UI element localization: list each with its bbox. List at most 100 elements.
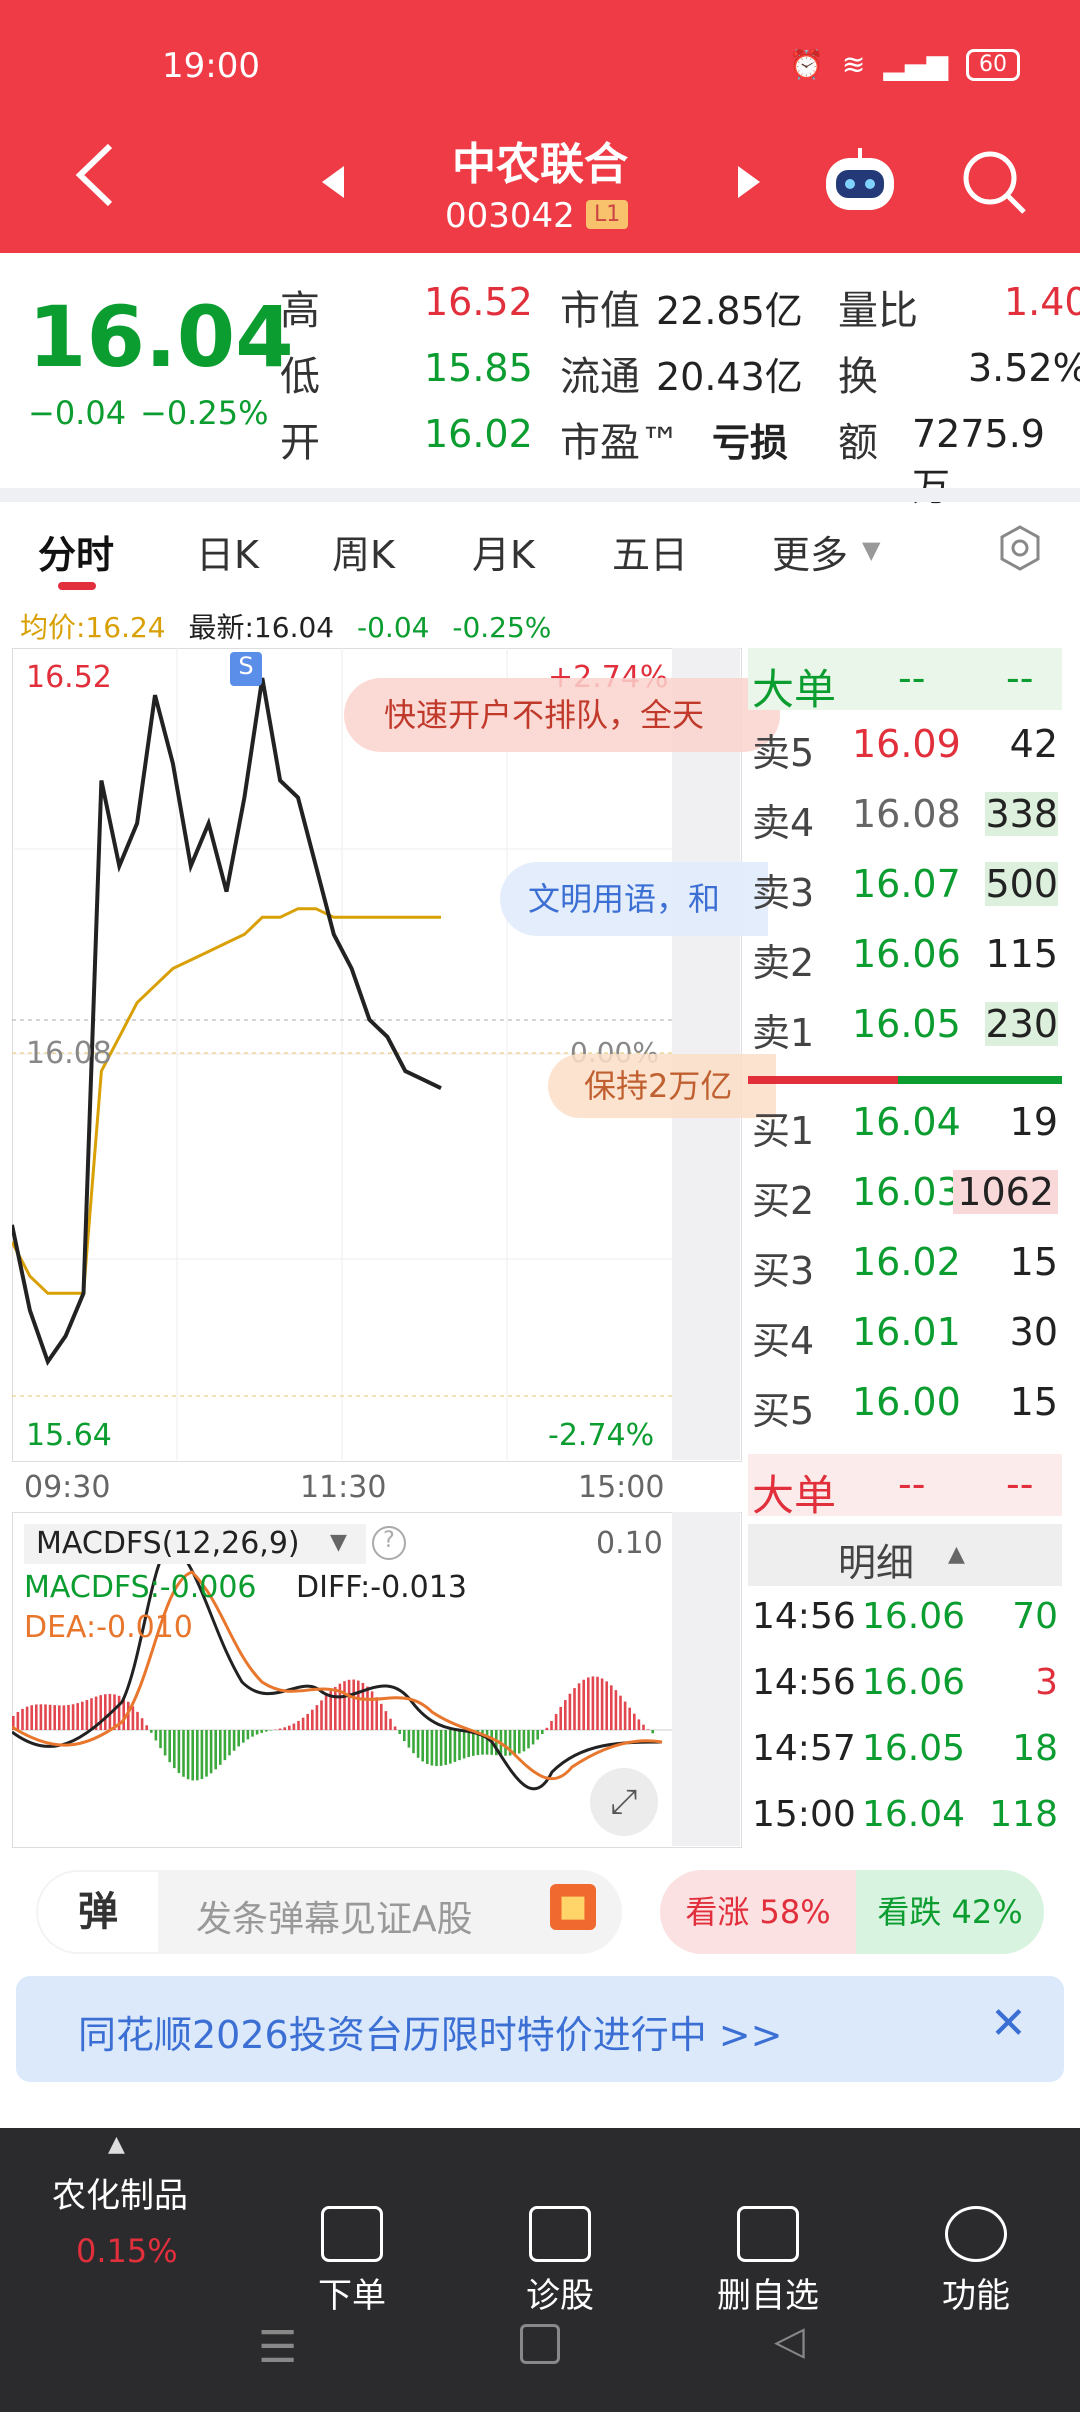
expand-icon[interactable]: ⤢	[590, 1768, 658, 1836]
recent-apps-icon[interactable]: ☰	[258, 2322, 297, 2373]
tick-price: 16.06	[862, 1662, 966, 1703]
tab-daily-k[interactable]: 日K	[196, 524, 259, 579]
tab-weekly-k[interactable]: 周K	[332, 524, 395, 579]
bid-row[interactable]: 买3 16.02 15	[748, 1232, 1062, 1294]
ask-price: 16.05	[852, 1002, 961, 1046]
gift-icon[interactable]: ■	[550, 1884, 596, 1930]
ask-row[interactable]: 卖2 16.06 115	[748, 924, 1062, 986]
detail-header[interactable]: 明细 ▲	[748, 1524, 1062, 1586]
help-icon[interactable]: ?	[372, 1526, 406, 1560]
dropdown-icon[interactable]: ▼	[330, 1530, 347, 1555]
nav-remove-watchlist[interactable]: 删自选	[688, 2206, 848, 2317]
macd-bar	[246, 1730, 250, 1740]
bullish-vote-button[interactable]: 看涨 58%	[660, 1870, 856, 1954]
macd-bar	[200, 1730, 204, 1780]
macd-bar	[573, 1688, 576, 1730]
latest-change: -0.04	[357, 611, 430, 644]
macd-bar	[301, 1717, 305, 1730]
next-stock-icon[interactable]	[734, 164, 764, 200]
macd-title[interactable]: MACDFS(12,26,9)	[24, 1524, 366, 1564]
danmu-input[interactable]: 发条弹幕见证A股	[196, 1890, 473, 1942]
macd-bar	[416, 1730, 420, 1758]
ask-volume: 115	[985, 932, 1058, 976]
latest-change-pct: -0.25%	[452, 611, 552, 644]
volratio-value: 1.40	[1004, 280, 1080, 324]
high-value: 16.52	[424, 280, 533, 324]
ask-price: 16.09	[852, 722, 961, 766]
macd-bar	[357, 1680, 360, 1730]
ask-row[interactable]: 卖5 16.09 42	[748, 714, 1062, 776]
bid-row[interactable]: 买5 16.00 15	[748, 1372, 1062, 1434]
danmu-bubble[interactable]: 文明用语，和	[500, 862, 768, 936]
macd-bar	[628, 1707, 631, 1730]
bid-row[interactable]: 买2 16.03 1062	[748, 1162, 1062, 1224]
tab-more[interactable]: 更多	[772, 524, 848, 579]
macd-bar	[292, 1723, 296, 1730]
danmu-bubble[interactable]: 快速开户不排队，全天	[344, 678, 780, 752]
home-icon[interactable]	[520, 2324, 560, 2364]
tab-five-day[interactable]: 五日	[612, 524, 688, 579]
search-icon[interactable]	[962, 150, 1028, 216]
bid-row[interactable]: 买1 16.04 19	[748, 1092, 1062, 1154]
status-icons: ⏰ ≋ ▂▄▆ 60	[789, 48, 1020, 81]
macd-bar	[412, 1730, 415, 1754]
bearish-vote-button[interactable]: 看跌 42%	[856, 1870, 1044, 1954]
macd-bar	[591, 1676, 595, 1730]
ask-row[interactable]: 卖3 16.07 500	[748, 854, 1062, 916]
macd-bar	[306, 1713, 309, 1730]
period-tabs: 分时 日K 周K 月K 五日 更多 ▼	[0, 502, 1080, 592]
volratio-label: 量比	[838, 288, 918, 334]
tick-time: 14:56	[752, 1662, 856, 1703]
danmu-bubble[interactable]: 保持2万亿	[548, 1054, 776, 1118]
macd-bar	[214, 1730, 217, 1770]
macd-bar	[637, 1719, 641, 1730]
promo-text[interactable]: 同花顺2026投资台历限时特价进行中 >>	[78, 2004, 782, 2059]
macd-bar	[462, 1730, 466, 1759]
macd-bar	[550, 1721, 553, 1730]
macd-bar	[297, 1720, 300, 1730]
bid-row[interactable]: 买4 16.01 30	[748, 1302, 1062, 1364]
settings-icon[interactable]	[996, 524, 1044, 572]
danmu-toggle-icon[interactable]: 弹	[38, 1872, 158, 1952]
macd-bar	[255, 1730, 259, 1735]
tab-intraday[interactable]: 分时	[38, 524, 114, 579]
macd-bar	[421, 1730, 424, 1762]
prev-stock-icon[interactable]	[318, 164, 348, 200]
sector-name[interactable]: 农化制品	[52, 2168, 188, 2217]
macd-bar	[265, 1730, 268, 1732]
nav-functions-label: 功能	[942, 2276, 1010, 2316]
bid-label: 买2	[752, 1179, 815, 1223]
macd-bar	[623, 1701, 627, 1730]
ask-volume: 338	[985, 792, 1058, 836]
macd-bar	[384, 1711, 388, 1730]
bid-volume: 1062	[953, 1170, 1058, 1214]
macd-bar	[642, 1724, 645, 1730]
macd-bar	[568, 1693, 572, 1730]
tick-row: 14:56 16.06 70	[748, 1588, 1062, 1650]
ask-price: 16.06	[852, 932, 961, 976]
ask-row[interactable]: 卖4 16.08 338	[748, 784, 1062, 846]
nav-functions[interactable]: 功能	[896, 2206, 1056, 2317]
macd-bar	[513, 1730, 516, 1755]
macd-bar	[467, 1730, 470, 1758]
macd-bar	[545, 1727, 549, 1730]
amount-label: 额	[838, 420, 878, 466]
signal-marker[interactable]: S	[230, 652, 262, 686]
float-value: 20.43亿	[656, 355, 803, 399]
nav-diagnose[interactable]: 诊股	[480, 2206, 640, 2317]
tab-monthly-k[interactable]: 月K	[472, 524, 535, 579]
chart-bottom-pct: -2.74%	[548, 1418, 655, 1453]
ask-row[interactable]: 卖1 16.05 230	[748, 994, 1062, 1056]
nav-order[interactable]: 下单	[272, 2206, 432, 2317]
macd-bar	[324, 1695, 328, 1730]
turnover-value: 3.52%	[968, 346, 1080, 390]
battery-icon: 60	[966, 48, 1020, 81]
macd-bar	[577, 1683, 581, 1730]
price-change-pct: −0.25%	[140, 394, 269, 432]
robot-assistant-icon[interactable]	[822, 146, 898, 214]
macd-bar	[21, 1708, 24, 1730]
float-label: 流通	[560, 354, 640, 400]
close-icon[interactable]: ✕	[990, 1998, 1027, 2049]
status-time: 19:00	[162, 46, 260, 86]
back-nav-icon[interactable]: ◁	[774, 2318, 805, 2364]
